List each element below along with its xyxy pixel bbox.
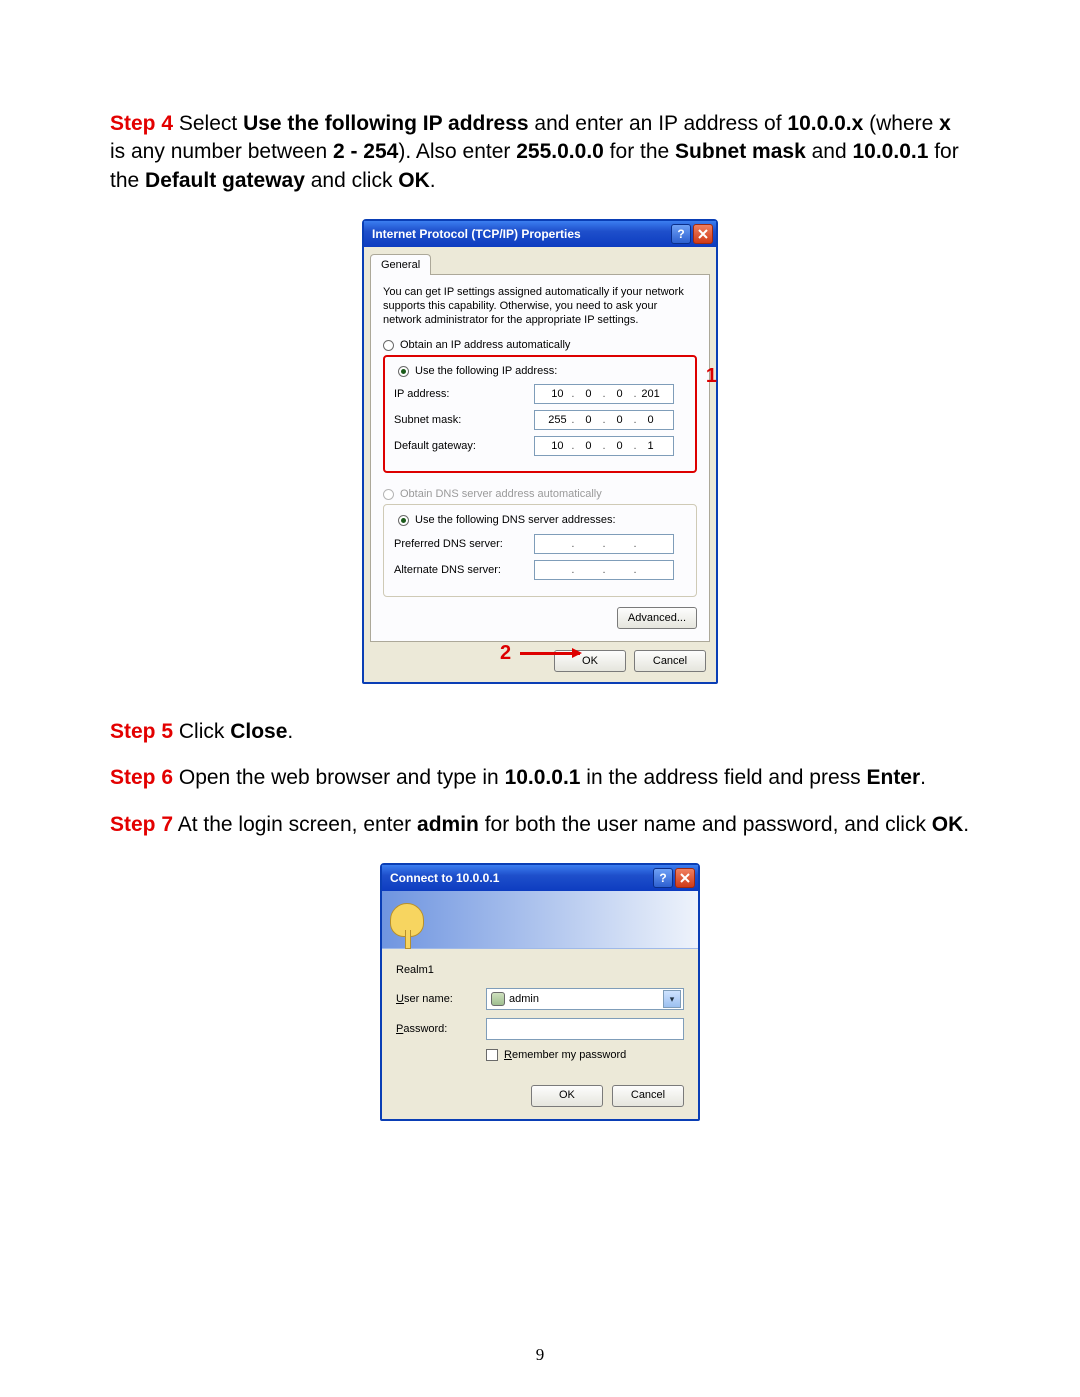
step4-label: Step 4 (110, 112, 173, 135)
radio-auto-dns: Obtain DNS server address automatically (383, 487, 697, 502)
ok-button[interactable]: OK (531, 1085, 603, 1107)
tcpip-titlebar[interactable]: Internet Protocol (TCP/IP) Properties ? (364, 221, 716, 247)
label-gateway: Default gateway: (394, 439, 534, 454)
close-icon (680, 873, 690, 883)
label-ip: IP address: (394, 387, 534, 402)
tcpip-hint: You can get IP settings assigned automat… (383, 285, 697, 328)
label-username: User name: (396, 992, 486, 1007)
step7-paragraph: Step 7 At the login screen, enter admin … (110, 811, 970, 839)
tcpip-title: Internet Protocol (TCP/IP) Properties (372, 226, 669, 242)
radio-icon (383, 340, 394, 351)
auth-title: Connect to 10.0.0.1 (390, 870, 651, 886)
checkbox-icon (486, 1049, 498, 1061)
auth-banner (382, 891, 698, 949)
tcpip-footer: 2 OK Cancel (370, 642, 710, 676)
close-icon (698, 229, 708, 239)
step5-label: Step 5 (110, 720, 173, 743)
auth-screenshot: Connect to 10.0.0.1 ? Realm1 User name: … (110, 863, 970, 1121)
person-icon (491, 992, 505, 1006)
annotation-1: 1 (706, 363, 717, 390)
radio-static-ip[interactable]: Use the following IP address: (394, 364, 686, 379)
radio-icon (398, 366, 409, 377)
auth-realm: Realm1 (396, 963, 684, 978)
step7-label: Step 7 (110, 813, 173, 836)
subnet-mask-input[interactable]: 255. 0. 0. 0 (534, 410, 674, 430)
radio-icon (398, 515, 409, 526)
cancel-button[interactable]: Cancel (612, 1085, 684, 1107)
tcpip-body: General You can get IP settings assigned… (364, 247, 716, 682)
fieldset-static-ip: Use the following IP address: IP address… (383, 355, 697, 474)
step6-label: Step 6 (110, 766, 173, 789)
document-page: Step 4 Select Use the following IP addre… (0, 0, 1080, 1397)
step6-paragraph: Step 6 Open the web browser and type in … (110, 764, 970, 792)
step5-paragraph: Step 5 Click Close. (110, 718, 970, 746)
tcpip-dialog: Internet Protocol (TCP/IP) Properties ? … (362, 219, 718, 684)
radio-auto-ip[interactable]: Obtain an IP address automatically (383, 338, 697, 353)
tab-general[interactable]: General (370, 254, 431, 275)
ip-address-input[interactable]: 10. 0. 0. 201 (534, 384, 674, 404)
step4-paragraph: Step 4 Select Use the following IP addre… (110, 110, 970, 195)
annotation-arrow (520, 652, 580, 655)
cancel-button[interactable]: Cancel (634, 650, 706, 672)
label-alt-dns: Alternate DNS server: (394, 563, 534, 578)
auth-body: Realm1 User name: admin ▾ Password: Reme… (382, 949, 698, 1085)
password-input[interactable] (486, 1018, 684, 1040)
close-button[interactable] (675, 868, 695, 888)
help-button[interactable]: ? (671, 224, 691, 244)
remember-password-checkbox[interactable]: Remember my password (486, 1048, 684, 1063)
advanced-button[interactable]: Advanced... (617, 607, 697, 629)
radio-static-dns[interactable]: Use the following DNS server addresses: (394, 513, 686, 528)
auth-titlebar[interactable]: Connect to 10.0.0.1 ? (382, 865, 698, 891)
auth-dialog: Connect to 10.0.0.1 ? Realm1 User name: … (380, 863, 700, 1121)
label-pref-dns: Preferred DNS server: (394, 537, 534, 552)
default-gateway-input[interactable]: 10. 0. 0. 1 (534, 436, 674, 456)
help-button[interactable]: ? (653, 868, 673, 888)
preferred-dns-input[interactable]: ... (534, 534, 674, 554)
username-value: admin (509, 992, 663, 1007)
close-button[interactable] (693, 224, 713, 244)
annotation-2: 2 (500, 640, 511, 667)
chevron-down-icon[interactable]: ▾ (663, 990, 681, 1008)
label-subnet: Subnet mask: (394, 413, 534, 428)
keys-icon (390, 903, 424, 937)
page-number: 9 (0, 1344, 1080, 1367)
tabpage-general: You can get IP settings assigned automat… (370, 274, 710, 642)
tcpip-screenshot: Internet Protocol (TCP/IP) Properties ? … (110, 219, 970, 684)
alternate-dns-input[interactable]: ... (534, 560, 674, 580)
auth-buttons: OK Cancel (382, 1085, 698, 1119)
username-combo[interactable]: admin ▾ (486, 988, 684, 1010)
fieldset-static-dns: Use the following DNS server addresses: … (383, 504, 697, 597)
label-password: Password: (396, 1022, 486, 1037)
radio-icon (383, 489, 394, 500)
